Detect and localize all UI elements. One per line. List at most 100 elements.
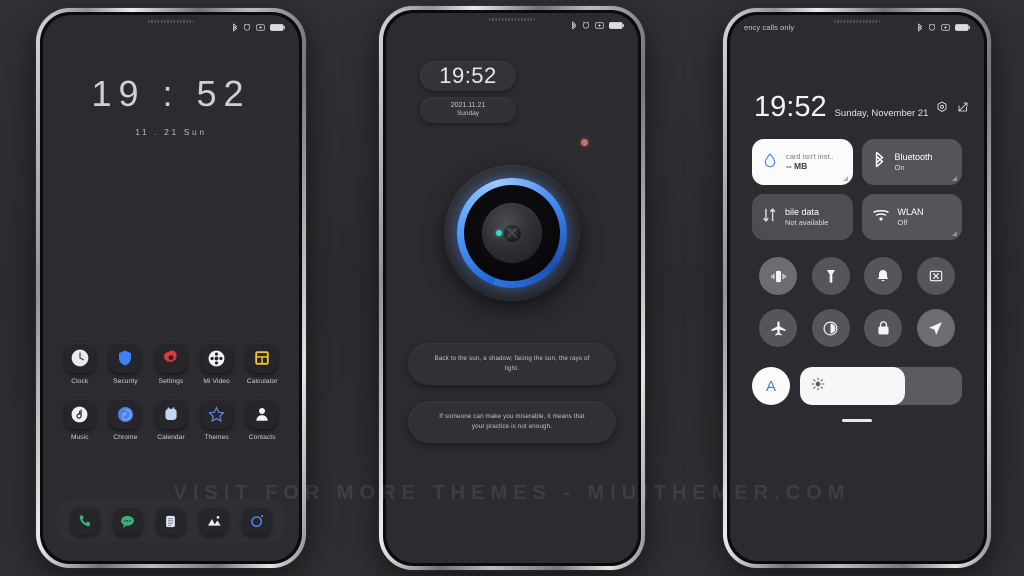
- app-label: Chrome: [113, 434, 138, 441]
- bell-icon: [877, 270, 889, 282]
- bluetooth-icon: [571, 20, 577, 30]
- time-widget: 19:52: [420, 61, 516, 91]
- gallery-mountain-icon[interactable]: [200, 507, 229, 535]
- tile-text: bile data Not available: [785, 207, 828, 227]
- vibrate-icon: [771, 270, 786, 282]
- battery-icon: [955, 23, 970, 31]
- lock-icon: [878, 321, 889, 335]
- phone-device-center: 19:52 2021.11.21 Sunday Back to the sun,…: [379, 6, 645, 570]
- tile-title: card isn't inst..: [786, 152, 834, 162]
- settings-gear-icon[interactable]: [936, 100, 948, 118]
- location-icon: [929, 321, 943, 335]
- tile-wlan[interactable]: WLAN Off: [861, 194, 962, 240]
- music-note-icon: [64, 399, 95, 429]
- app-item-security[interactable]: Security: [103, 343, 147, 385]
- phone-device-left: 19 : 52 11 . 21 Sun Clock Security Setti…: [36, 8, 306, 568]
- app-label: Calculator: [246, 378, 278, 385]
- toggle-dark-mode[interactable]: [811, 309, 850, 347]
- app-label: Security: [113, 378, 138, 385]
- chat-bubble-icon[interactable]: [113, 507, 142, 535]
- app-item-calendar[interactable]: Calendar: [149, 399, 193, 441]
- tile-data-usage[interactable]: card isn't inst.. -- MB: [752, 139, 853, 185]
- tile-subtitle: On: [894, 162, 905, 172]
- carrier-text: ency calls only: [744, 22, 795, 32]
- auto-brightness-button[interactable]: A: [752, 367, 790, 405]
- app-item-music[interactable]: Music: [58, 399, 102, 441]
- gear-icon: [155, 343, 186, 373]
- tile-title: bile data: [785, 207, 820, 218]
- brightness-row: A: [752, 367, 962, 405]
- shield-icon: [110, 343, 141, 373]
- status-bar-right: ency calls only: [730, 15, 984, 39]
- toggle-lock[interactable]: [864, 309, 903, 347]
- weekday-text: Sunday: [456, 110, 480, 118]
- date-text: 2021.11.21: [450, 102, 486, 110]
- phone-center-screen: 19:52 2021.11.21 Sunday Back to the sun,…: [386, 13, 638, 563]
- app-item-settings[interactable]: Settings: [149, 343, 193, 385]
- toggle-screenshot[interactable]: [916, 257, 955, 295]
- app-label: Mi Video: [203, 378, 230, 385]
- brightness-slider[interactable]: [800, 367, 962, 405]
- alarm-icon: [582, 21, 590, 29]
- alarm-icon: [243, 23, 251, 31]
- status-bar-left: [43, 15, 299, 39]
- toggle-airplane-mode[interactable]: [759, 309, 798, 347]
- earpiece-grille-icon: [834, 20, 880, 23]
- toggle-grid: [752, 257, 962, 347]
- flashlight-icon: [826, 270, 835, 283]
- quote-text: Back to the sun, a shadow; facing the su…: [434, 354, 590, 372]
- app-item-mi-video[interactable]: Mi Video: [195, 343, 239, 385]
- alarm-icon: [928, 23, 936, 31]
- wifi-icon: [872, 208, 890, 227]
- camera-ring-widget[interactable]: [444, 165, 580, 301]
- app-item-themes[interactable]: Themes: [195, 399, 239, 441]
- lockscreen-date: 11 . 21 Sun: [135, 127, 207, 137]
- app-label: Calendar: [157, 434, 185, 441]
- battery-icon: [270, 23, 285, 31]
- quote-card-1: Back to the sun, a shadow; facing the su…: [408, 343, 616, 385]
- browser-circle-icon[interactable]: [243, 507, 272, 535]
- notes-icon[interactable]: [156, 507, 185, 535]
- status-bar-icons: [917, 22, 970, 32]
- tile-subtitle: -- MB: [786, 161, 808, 172]
- bluetooth-icon: [232, 22, 238, 32]
- tile-bluetooth[interactable]: Bluetooth On: [861, 139, 962, 185]
- date-widget: 2021.11.21 Sunday: [420, 97, 516, 123]
- header-actions: [936, 100, 969, 122]
- vibrate-icon: [595, 21, 604, 29]
- toggle-location[interactable]: [916, 309, 955, 347]
- app-item-calculator[interactable]: Calculator: [240, 343, 284, 385]
- phone-left-bezel: 19 : 52 11 . 21 Sun Clock Security Setti…: [40, 12, 302, 564]
- app-grid: Clock Security Settings Mi Video Calcula…: [57, 343, 285, 441]
- tile-expand-corner-icon[interactable]: [842, 176, 848, 181]
- app-item-chrome[interactable]: Chrome: [103, 399, 147, 441]
- app-label: Settings: [158, 378, 184, 385]
- edit-icon[interactable]: [957, 100, 969, 118]
- toggle-flashlight[interactable]: [811, 257, 850, 295]
- sun-brightness-icon: [811, 376, 825, 396]
- toggle-vibrate[interactable]: [759, 257, 798, 295]
- tile-subtitle: Off: [897, 217, 908, 227]
- status-bar-icons: [232, 22, 285, 32]
- earpiece-grille-icon: [489, 18, 535, 21]
- phone-handset-icon[interactable]: [70, 507, 99, 535]
- lens-teal-dot-icon: [496, 230, 502, 236]
- tile-expand-corner-icon[interactable]: [952, 176, 957, 181]
- phone-left-screen: 19 : 52 11 . 21 Sun Clock Security Setti…: [43, 15, 299, 561]
- screenshot-stage: 19 : 52 11 . 21 Sun Clock Security Setti…: [0, 0, 1024, 576]
- app-item-clock[interactable]: Clock: [58, 343, 102, 385]
- film-reel-icon: [201, 343, 232, 373]
- tile-subtitle: Not available: [785, 217, 829, 227]
- lens-core-icon: [503, 224, 521, 242]
- app-label: Themes: [204, 434, 229, 441]
- quote-card-2: If someone can make you miserable, it me…: [408, 401, 616, 443]
- home-indicator[interactable]: [842, 419, 872, 422]
- dock: [57, 499, 285, 543]
- app-item-contacts[interactable]: Contacts: [240, 399, 284, 441]
- tile-expand-corner-icon[interactable]: [952, 231, 957, 236]
- toggle-notifications[interactable]: [864, 257, 903, 295]
- tile-text: Bluetooth On: [895, 152, 933, 172]
- tile-text: WLAN Off: [898, 207, 924, 227]
- phone-device-right: ency calls only 19:52 Sunday, November 2…: [723, 8, 991, 568]
- tile-mobile-data[interactable]: bile data Not available: [752, 194, 853, 240]
